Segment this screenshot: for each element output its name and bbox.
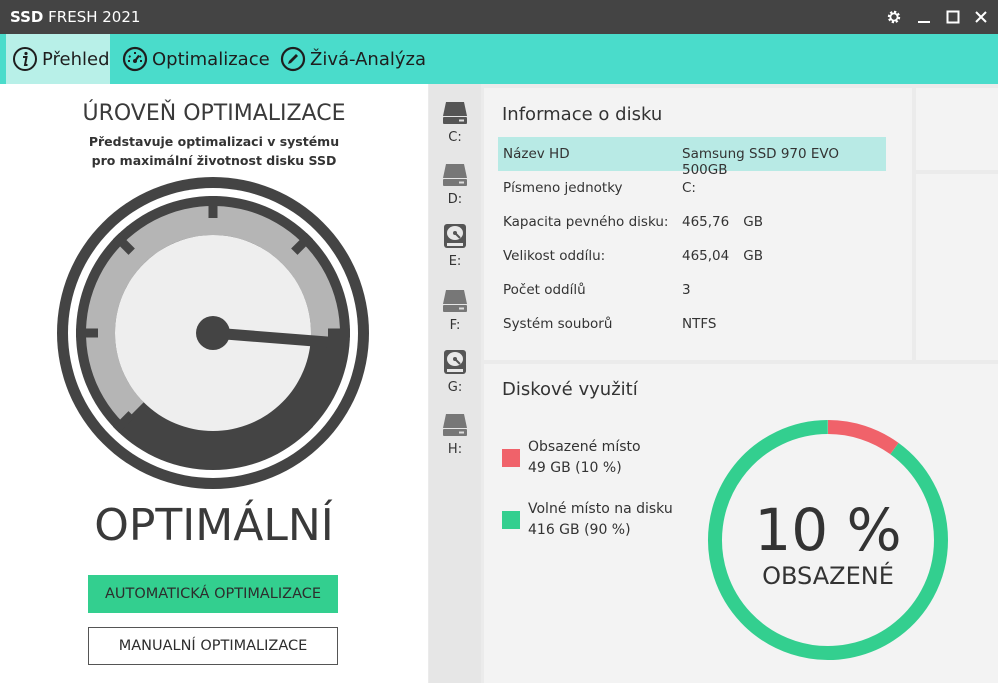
drive-label: C: bbox=[448, 130, 462, 145]
manual-optimize-button[interactable]: MANUALNÍ OPTIMALIZACE bbox=[88, 627, 338, 665]
drive-label: F: bbox=[449, 318, 461, 333]
optimization-panel: ÚROVEŇ OPTIMALIZACE Představuje optimali… bbox=[0, 84, 428, 683]
info-row-name: Název HD Samsung SSD 970 EVO 500GB bbox=[498, 137, 886, 178]
settings-button[interactable] bbox=[881, 4, 907, 30]
drive-item-e[interactable]: E: bbox=[439, 214, 471, 270]
info-key: Systém souborů bbox=[503, 316, 613, 332]
disk-platter-icon bbox=[444, 224, 466, 248]
disk-info-panel: Informace o disku Název HD Samsung SSD 9… bbox=[484, 88, 912, 360]
disk-info-title: Informace o disku bbox=[502, 104, 663, 125]
drive-label: H: bbox=[447, 442, 463, 457]
legend-free-swatch bbox=[502, 511, 520, 529]
tab-bar: Přehled Optimalizace Živá-Analýza bbox=[0, 34, 998, 84]
close-button[interactable] bbox=[968, 4, 994, 30]
disk-platter-icon bbox=[444, 350, 466, 374]
gear-icon bbox=[887, 10, 901, 24]
legend-used-value: 49 GB (10 %) bbox=[528, 460, 622, 476]
optimization-gauge bbox=[57, 177, 369, 489]
minimize-icon bbox=[918, 21, 930, 23]
drive-list: C: D: E: F: G: H: bbox=[429, 84, 481, 683]
info-value: NTFS bbox=[682, 316, 716, 332]
hdd-drive-icon bbox=[443, 164, 467, 186]
usage-caption: OBSAZENÉ bbox=[762, 562, 894, 590]
maximize-button[interactable] bbox=[940, 4, 966, 30]
info-value: 465,04 GB bbox=[682, 248, 763, 264]
drive-item-c[interactable]: C: bbox=[439, 90, 471, 146]
usage-donut: 10 % OBSAZENÉ bbox=[706, 414, 950, 666]
info-value-text: C: bbox=[682, 180, 696, 196]
pencil-icon bbox=[280, 46, 306, 72]
legend-free-label: Volné místo na disku bbox=[528, 501, 673, 517]
info-value: C: bbox=[682, 180, 696, 196]
legend-free-value: 416 GB (90 %) bbox=[528, 522, 631, 538]
tab-ziva-analyza-label: Živá-Analýza bbox=[310, 48, 426, 70]
info-value: 465,76 GB bbox=[682, 214, 763, 230]
optimization-status: OPTIMÁLNÍ bbox=[94, 500, 334, 551]
drive-label: D: bbox=[447, 192, 463, 207]
info-unit: GB bbox=[743, 248, 763, 264]
ssd-drive-icon bbox=[443, 102, 467, 124]
info-key: Kapacita pevného disku: bbox=[503, 214, 669, 230]
info-key: Písmeno jednotky bbox=[503, 180, 623, 196]
app-window: SSD FRESH 2021 Přehled Optimalizace Živá… bbox=[0, 0, 998, 683]
tab-ziva-analyza[interactable]: Živá-Analýza bbox=[280, 34, 426, 84]
side-panel-bottom bbox=[916, 174, 998, 360]
info-value-text: 465,04 bbox=[682, 248, 730, 264]
info-value-text: 3 bbox=[682, 282, 691, 298]
minimize-button[interactable] bbox=[911, 4, 937, 30]
auto-optimize-button[interactable]: AUTOMATICKÁ OPTIMALIZACE bbox=[88, 575, 338, 613]
info-key: Počet oddílů bbox=[503, 282, 586, 298]
info-row-partition-count: Počet oddílů 3 bbox=[498, 273, 886, 307]
tab-prehled[interactable]: Přehled bbox=[6, 34, 110, 84]
info-unit: GB bbox=[743, 214, 763, 230]
drive-label: G: bbox=[447, 380, 463, 395]
donut-used-arc bbox=[827, 420, 899, 455]
app-title-name: FRESH 2021 bbox=[48, 8, 141, 26]
gauge-hub bbox=[196, 316, 230, 350]
info-row-letter: Písmeno jednotky C: bbox=[498, 171, 886, 205]
title-bar: SSD FRESH 2021 bbox=[0, 0, 998, 34]
speedometer-icon bbox=[122, 46, 148, 72]
info-key: Velikost oddílu: bbox=[503, 248, 606, 264]
tab-prehled-label: Přehled bbox=[42, 48, 110, 70]
disk-usage-panel: Diskové využití Obsazené místo 49 GB (10… bbox=[484, 364, 998, 683]
hdd-drive-icon bbox=[443, 290, 467, 312]
usage-percent: 10 % bbox=[754, 496, 902, 564]
close-icon bbox=[975, 11, 987, 23]
app-title-brand: SSD bbox=[10, 8, 44, 26]
info-value-text: NTFS bbox=[682, 316, 717, 332]
maximize-icon bbox=[946, 10, 960, 24]
side-panel-top bbox=[916, 88, 998, 170]
legend-used-label: Obsazené místo bbox=[528, 439, 641, 455]
info-row-capacity: Kapacita pevného disku: 465,76 GB bbox=[498, 205, 886, 239]
drive-item-h[interactable]: H: bbox=[439, 402, 471, 458]
hdd-drive-icon bbox=[443, 414, 467, 436]
tab-optimalizace-label: Optimalizace bbox=[152, 48, 270, 70]
info-value-text: 465,76 bbox=[682, 214, 730, 230]
drive-item-g[interactable]: G: bbox=[439, 340, 471, 396]
info-icon bbox=[12, 46, 38, 72]
info-row-filesystem: Systém souborů NTFS bbox=[498, 307, 886, 341]
legend-used-swatch bbox=[502, 449, 520, 467]
optimization-level-subtitle: Představuje optimalizaci v systému pro m… bbox=[88, 134, 340, 168]
drive-item-d[interactable]: D: bbox=[439, 152, 471, 208]
app-title: SSD FRESH 2021 bbox=[10, 8, 140, 26]
drive-label: E: bbox=[448, 254, 462, 269]
info-row-partition-size: Velikost oddílu: 465,04 GB bbox=[498, 239, 886, 273]
info-value: 3 bbox=[682, 282, 691, 298]
tab-optimalizace[interactable]: Optimalizace bbox=[122, 34, 270, 84]
optimization-level-title: ÚROVEŇ OPTIMALIZACE bbox=[82, 101, 346, 126]
drive-item-f[interactable]: F: bbox=[439, 278, 471, 334]
info-key: Název HD bbox=[503, 146, 570, 162]
disk-usage-title: Diskové využití bbox=[502, 379, 638, 400]
